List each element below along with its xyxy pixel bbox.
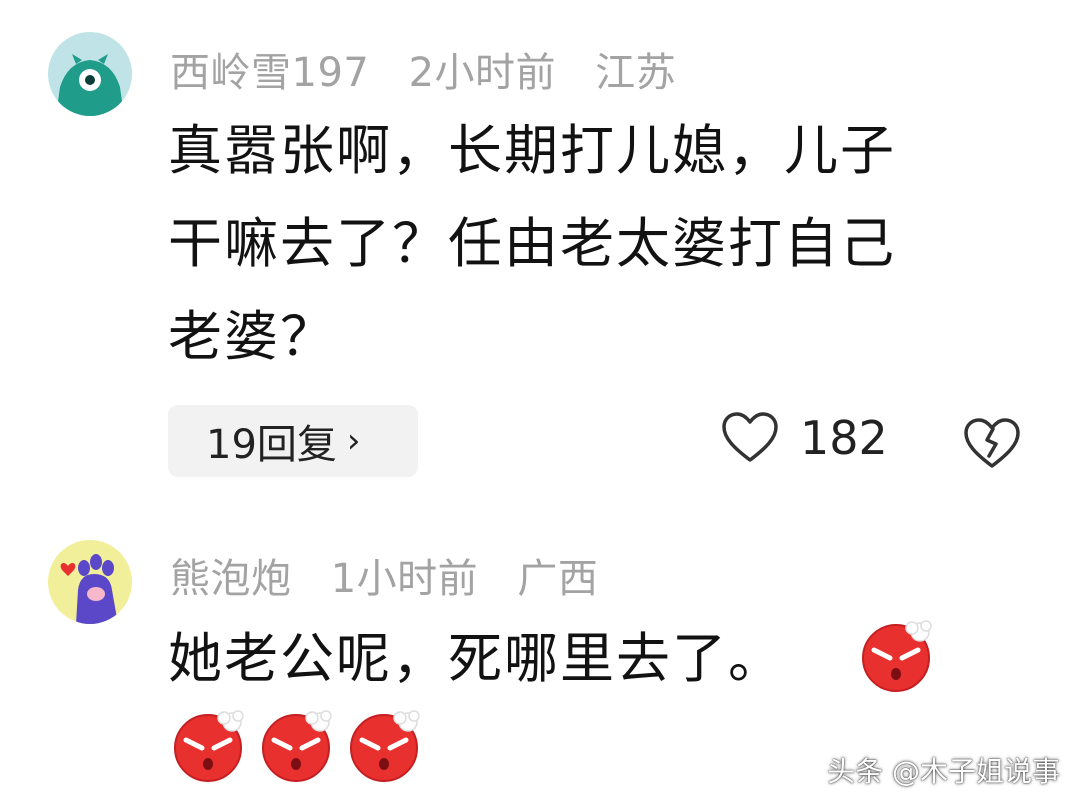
comment-line: 真嚣张啊，长期打儿媳，儿子 bbox=[168, 119, 896, 182]
avatar[interactable] bbox=[48, 32, 132, 116]
timestamp: 1小时前 bbox=[330, 556, 479, 602]
angry-face-emoji-icon bbox=[348, 708, 424, 784]
replies-label: 19回复 bbox=[206, 422, 337, 468]
comment-line: 干嘛去了？任由老太婆打自己 bbox=[168, 212, 896, 275]
watermark: 头条 @木子姐说事 bbox=[827, 755, 1060, 788]
comment-line: 她老公呢，死哪里去了。 bbox=[168, 627, 784, 690]
location: 广西 bbox=[517, 556, 599, 602]
location: 江苏 bbox=[595, 50, 677, 96]
angry-face-emoji-icon bbox=[260, 708, 336, 784]
replies-button[interactable]: 19回复 › bbox=[168, 405, 418, 477]
timestamp: 2小时前 bbox=[408, 50, 557, 96]
comment-text: 她老公呢，死哪里去了。 bbox=[168, 612, 784, 705]
comment-line: 老婆？ bbox=[168, 305, 336, 368]
chevron-right-icon: › bbox=[346, 421, 361, 461]
monster-avatar-icon bbox=[48, 32, 132, 116]
like-button[interactable]: 182 bbox=[720, 410, 888, 466]
angry-face-emoji-icon bbox=[172, 708, 248, 784]
comment-meta: 熊泡炮 1小时前 广西 bbox=[170, 546, 624, 604]
heart-outline-icon bbox=[722, 412, 778, 462]
dislike-button[interactable] bbox=[962, 416, 1022, 476]
username[interactable]: 熊泡炮 bbox=[170, 556, 292, 602]
paw-avatar-icon bbox=[48, 540, 132, 624]
comment-text: 真嚣张啊，长期打儿媳，儿子 干嘛去了？任由老太婆打自己 老婆？ bbox=[168, 104, 896, 383]
broken-heart-icon bbox=[964, 418, 1020, 468]
angry-face-emoji-icon bbox=[860, 618, 936, 694]
comment-meta: 西岭雪197 2小时前 江苏 bbox=[170, 40, 702, 98]
username[interactable]: 西岭雪197 bbox=[170, 50, 369, 96]
like-count: 182 bbox=[800, 411, 888, 465]
avatar[interactable] bbox=[48, 540, 132, 624]
